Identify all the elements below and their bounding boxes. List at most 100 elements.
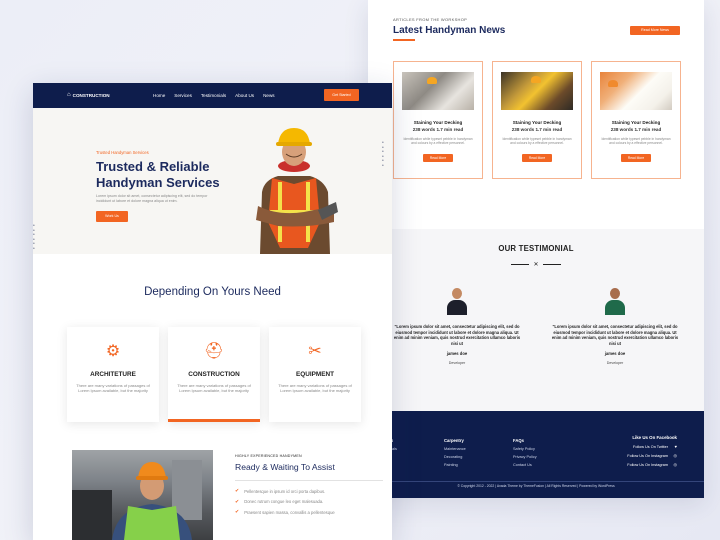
footer-link[interactable]: Painting xyxy=(444,463,466,467)
house-icon: ⌂ xyxy=(67,92,71,98)
hero-description: Lorem ipsum dolor sit amet, consectetur … xyxy=(96,194,208,203)
news-card-title[interactable]: Staining Your Decking xyxy=(592,120,680,125)
nav-home[interactable]: Home xyxy=(153,93,165,98)
footer-heading: Carpentry xyxy=(444,438,464,443)
news-grid: Staining Your Decking 238 words 1.7 min … xyxy=(393,61,681,179)
testimonial-role: Developer xyxy=(448,361,466,365)
news-kicker: ARTICLES FROM THE WORKSHOP xyxy=(393,17,468,22)
instagram-link[interactable]: Follow Us On Instagram xyxy=(627,463,668,467)
site-logo[interactable]: ⌂ CONSTRUCTION xyxy=(67,92,110,98)
news-card: Staining Your Decking 238 words 1.7 min … xyxy=(492,61,582,179)
section-title: Depending On Yours Need xyxy=(144,286,281,298)
check-icon: ✔ xyxy=(235,488,240,495)
list-item: ✔ Praesent sapien massa, convallis a pell… xyxy=(235,507,335,518)
news-card-meta: 238 words 1.7 min read xyxy=(610,127,662,132)
footer-link[interactable]: Decorating xyxy=(444,455,466,459)
tools-icon: ✂ xyxy=(308,343,322,360)
avatar xyxy=(602,285,628,315)
check-icon: ✔ xyxy=(235,498,240,505)
footer-column: FAQs Safety Policy Privacy Policy Contac… xyxy=(513,438,537,471)
service-card-equipment[interactable]: ✂ EQUIPMENT There are many variations of… xyxy=(269,327,361,422)
assist-divider xyxy=(235,480,383,481)
hero-cta-button[interactable]: Work Us xyxy=(96,211,128,222)
list-item-text: Praesent sapien massa, convallis a pelle… xyxy=(244,509,335,515)
footer-divider xyxy=(368,481,704,482)
testimonial-name: james doe xyxy=(446,351,468,356)
assist-list: ✔ Pellentesque in ipsum id orci porta dap… xyxy=(235,486,335,518)
footer-social: Like Us On Facebook Follow Us On Twitter… xyxy=(627,435,677,472)
list-item: ✔ Donec rutrum congue leo eget malesuada. xyxy=(235,497,335,508)
twitter-row: Follow Us On Twitter ♥ xyxy=(627,445,677,450)
list-item-text: Pellentesque in ipsum id orci porta dapi… xyxy=(244,488,326,494)
hero-worker-image xyxy=(256,128,338,254)
testimonial-list: "Lorem ipsum dolor sit amet, consectetur… xyxy=(368,285,704,365)
news-image xyxy=(501,72,573,110)
tools-icon: ✕ xyxy=(533,262,539,268)
testimonial-quote: "Lorem ipsum dolor sit amet, consectetur… xyxy=(551,324,679,346)
get-started-button[interactable]: Get Started xyxy=(324,89,359,101)
news-card-desc: Identification while typeset pebble in h… xyxy=(403,137,473,146)
assist-kicker: HIGHLY EXPERIENCED HANDYMEN xyxy=(235,454,302,458)
testimonial-role: Developer xyxy=(606,361,624,365)
news-card-meta: 238 words 1.7 min read xyxy=(412,127,464,132)
twitter-icon[interactable]: ♥ xyxy=(672,445,677,449)
divider-line xyxy=(542,264,561,265)
services-list: ⚙ ARCHITETURE There are many variations … xyxy=(67,327,361,422)
assist-worker-image xyxy=(72,450,213,540)
footer-link[interactable]: Contact Us xyxy=(513,463,537,467)
testimonial-section: OUR TESTIMONIAL ✕ "Lorem ipsum dolor sit… xyxy=(368,229,704,411)
back-page-preview: ARTICLES FROM THE WORKSHOP Latest Handym… xyxy=(368,0,704,498)
service-description: There are many variations of passages of… xyxy=(177,383,251,393)
footer-column: Carpentry Maintenance Decorating Paintin… xyxy=(444,438,466,471)
nav-news[interactable]: News xyxy=(263,93,275,98)
instagram-icon[interactable]: ◎ xyxy=(672,463,678,467)
read-more-button[interactable]: Read More xyxy=(522,153,552,162)
footer-link[interactable]: Safety Policy xyxy=(513,447,537,451)
service-description: There are many variations of passages of… xyxy=(278,383,352,393)
instagram-row: Follow Us On Instagram ◎ xyxy=(627,463,678,468)
footer-link[interactable]: Privacy Policy xyxy=(513,455,537,459)
read-more-button[interactable]: Read More xyxy=(423,153,453,162)
read-more-news-button[interactable]: Read More News xyxy=(630,26,680,35)
check-icon: ✔ xyxy=(235,509,240,516)
top-navbar: ⌂ CONSTRUCTION Home Services Testimonial… xyxy=(33,83,392,108)
service-title: ARCHITETURE xyxy=(90,371,136,378)
hardhat-icon: ⛑ xyxy=(203,343,225,360)
news-card-title[interactable]: Staining Your Decking xyxy=(394,120,482,125)
service-card-architecture[interactable]: ⚙ ARCHITETURE There are many variations … xyxy=(67,327,159,422)
news-image xyxy=(402,72,474,110)
decorative-dots: • • • • • • xyxy=(382,140,386,169)
news-header: ARTICLES FROM THE WORKSHOP Latest Handym… xyxy=(368,0,704,56)
avatar xyxy=(444,285,470,315)
list-item: ✔ Pellentesque in ipsum id orci porta dap… xyxy=(235,486,335,497)
testimonial-title: OUR TESTIMONIAL xyxy=(498,244,574,253)
testimonial-divider: ✕ xyxy=(368,261,704,268)
decorative-dots: • • • • • • xyxy=(33,223,37,252)
news-card: Staining Your Decking 238 words 1.7 min … xyxy=(591,61,681,179)
news-card-title[interactable]: Staining Your Decking xyxy=(493,120,581,125)
instagram-icon[interactable]: ◎ xyxy=(672,454,678,458)
assist-title: Ready & Waiting To Assist xyxy=(235,462,335,472)
read-more-button[interactable]: Read More xyxy=(621,153,651,162)
service-title: CONSTRUCTION xyxy=(188,371,240,378)
service-description: There are many variations of passages of… xyxy=(76,383,150,393)
news-card-desc: Identification while typeset pebble in h… xyxy=(502,137,572,146)
front-page-preview: ⌂ CONSTRUCTION Home Services Testimonial… xyxy=(33,83,392,540)
nav-testimonials[interactable]: Testimonials xyxy=(201,93,226,98)
nav-about[interactable]: About Us xyxy=(235,93,254,98)
instagram-link[interactable]: Follow Us On Instagram xyxy=(627,454,668,458)
news-card-desc: Identification while typeset pebble in h… xyxy=(601,137,671,146)
hero-title: Trusted & Reliable Handyman Services xyxy=(96,159,220,190)
site-footer: Services Testimonials About Us News Carp… xyxy=(368,411,704,498)
service-card-construction[interactable]: ⛑ CONSTRUCTION There are many variations… xyxy=(168,327,260,422)
facebook-link[interactable]: Like Us On Facebook xyxy=(627,435,677,440)
testimonial-item: "Lorem ipsum dolor sit amet, consectetur… xyxy=(551,285,679,365)
footer-copyright: © Copyright 2012 - 2022 | Avada Theme by… xyxy=(457,484,615,488)
nav-services[interactable]: Services xyxy=(174,93,192,98)
testimonial-item: "Lorem ipsum dolor sit amet, consectetur… xyxy=(393,285,521,365)
twitter-link[interactable]: Follow Us On Twitter xyxy=(633,445,668,449)
divider-line xyxy=(511,264,530,265)
news-card-meta: 238 words 1.7 min read xyxy=(511,127,563,132)
hero-section: Trusted Handyman Services Trusted & Reli… xyxy=(33,108,392,254)
footer-link[interactable]: Maintenance xyxy=(444,447,466,451)
